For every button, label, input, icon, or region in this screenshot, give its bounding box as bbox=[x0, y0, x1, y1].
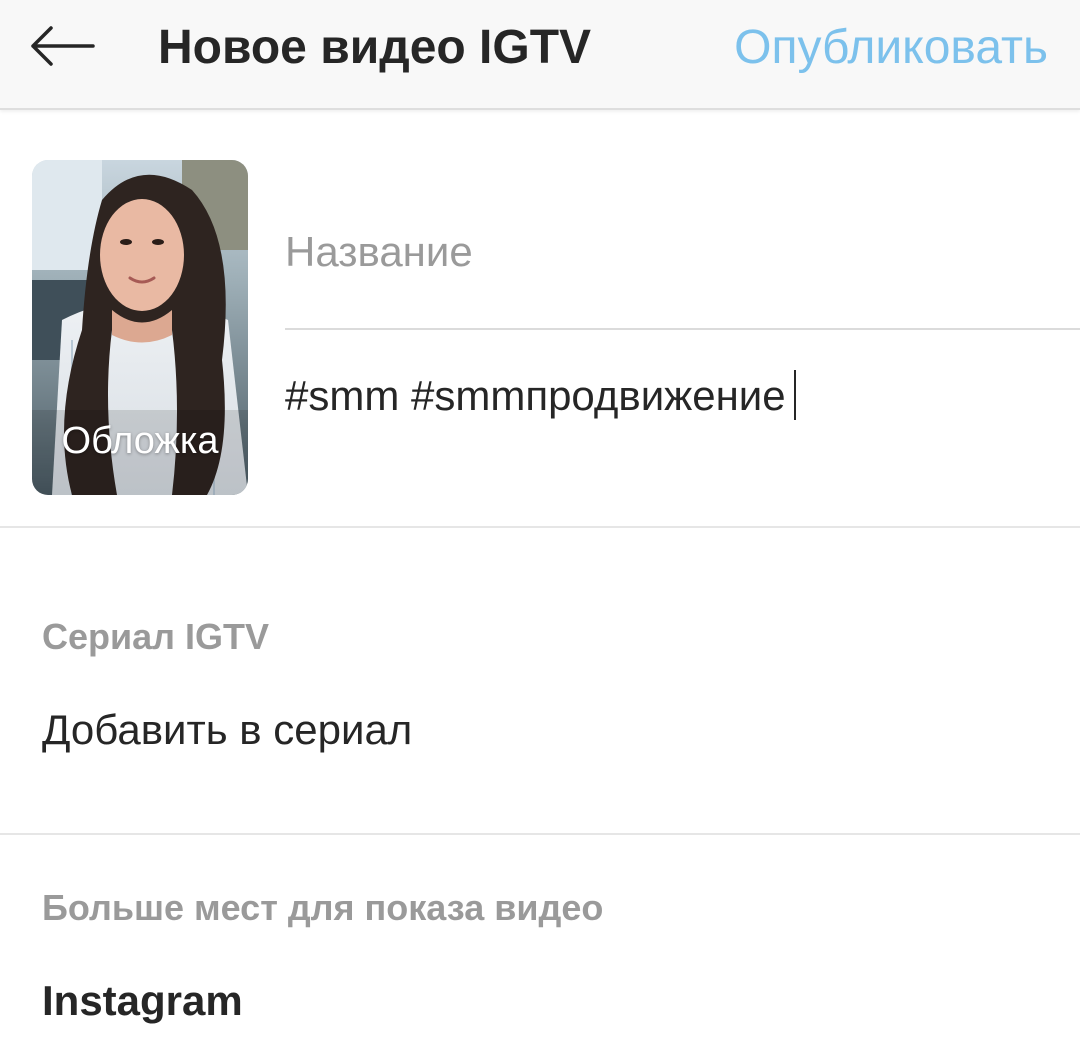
cover-thumbnail[interactable]: Обложка bbox=[32, 160, 248, 495]
cover-label: Обложка bbox=[61, 420, 219, 462]
text-cursor bbox=[793, 370, 796, 420]
series-section-label: Сериал IGTV bbox=[42, 616, 270, 657]
description-text: #smm #smmпродвижение bbox=[285, 372, 786, 419]
section-divider bbox=[0, 526, 1080, 528]
input-divider bbox=[285, 328, 1080, 330]
description-input[interactable]: #smm #smmпродвижение bbox=[285, 368, 796, 424]
top-bar: Новое видео IGTV Опубликовать bbox=[0, 0, 1080, 110]
back-button[interactable] bbox=[22, 18, 102, 78]
arrow-left-icon bbox=[29, 25, 95, 71]
igtv-new-video-screen: Новое видео IGTV Опубликовать Обложка На… bbox=[0, 0, 1080, 1050]
add-to-series-button[interactable]: Добавить в сериал bbox=[42, 706, 412, 754]
page-title: Новое видео IGTV bbox=[158, 21, 592, 74]
publish-button[interactable]: Опубликовать bbox=[734, 20, 1048, 76]
more-places-section-label: Больше мест для показа видео bbox=[42, 887, 604, 928]
instagram-option[interactable]: Instagram bbox=[42, 977, 243, 1025]
section-divider bbox=[0, 833, 1080, 835]
title-input[interactable]: Название bbox=[285, 224, 473, 280]
